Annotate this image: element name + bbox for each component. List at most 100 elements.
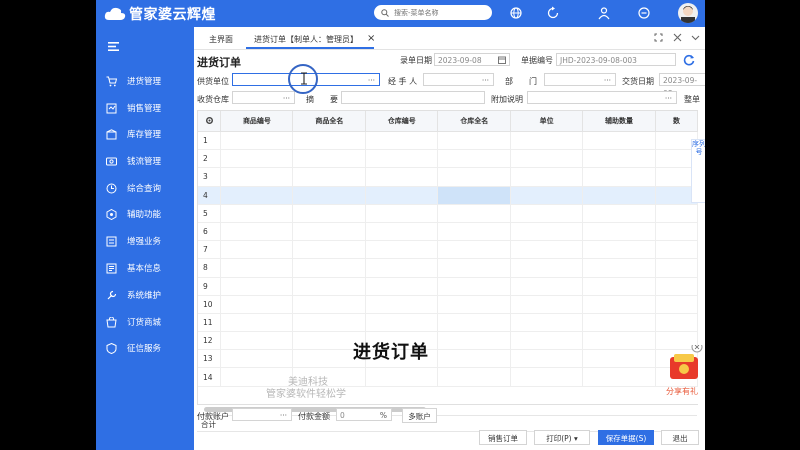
table-cell[interactable] (582, 131, 657, 151)
table-cell[interactable] (220, 277, 294, 296)
table-row[interactable]: 13 (198, 349, 698, 369)
table-cell[interactable] (510, 331, 584, 351)
table-cell[interactable] (220, 186, 294, 205)
table-cell[interactable] (365, 167, 439, 187)
sidebar-item-maintenance[interactable]: 系统维护 (106, 288, 161, 302)
table-cell[interactable] (292, 277, 367, 296)
table-cell[interactable] (220, 331, 294, 351)
table-cell[interactable] (655, 313, 698, 333)
table-cell[interactable] (582, 204, 657, 223)
dept-field[interactable]: ··· (544, 73, 616, 86)
table-cell[interactable] (292, 295, 367, 314)
table-row[interactable]: 10 (198, 295, 698, 314)
table-cell[interactable] (582, 313, 657, 333)
refresh-icon[interactable] (546, 6, 560, 20)
table-cell[interactable] (220, 258, 294, 278)
print-button[interactable]: 打印(P) ▾ (534, 430, 590, 445)
table-cell[interactable] (365, 186, 439, 205)
table-cell[interactable] (582, 149, 657, 169)
save-button[interactable]: 保存单据(S) (598, 430, 654, 445)
table-row[interactable]: 5 (198, 204, 698, 223)
table-cell[interactable] (437, 222, 512, 242)
table-cell[interactable] (292, 204, 367, 223)
user-icon[interactable] (597, 6, 611, 20)
table-row[interactable]: 3 (198, 167, 698, 187)
multi-account-button[interactable]: 多账户 (402, 408, 437, 423)
table-cell[interactable] (582, 295, 657, 314)
table-cell[interactable] (220, 313, 294, 333)
table-cell[interactable] (365, 222, 439, 242)
table-cell[interactable] (510, 131, 584, 151)
table-cell[interactable] (220, 349, 294, 369)
column-header[interactable]: 单位 (510, 111, 584, 132)
column-header[interactable]: 商品全名 (292, 111, 367, 132)
table-cell[interactable] (365, 131, 439, 151)
sidebar-item-query[interactable]: 综合查询 (106, 181, 161, 195)
table-cell[interactable] (292, 167, 367, 187)
sidebar-item-inventory[interactable]: 库存管理 (106, 127, 161, 141)
table-cell[interactable] (437, 204, 512, 223)
table-cell[interactable] (292, 240, 367, 260)
table-cell[interactable] (582, 331, 657, 351)
table-cell[interactable] (292, 149, 367, 169)
table-cell[interactable] (437, 240, 512, 260)
refresh-doc-icon[interactable] (683, 54, 695, 66)
table-cell[interactable] (437, 349, 512, 369)
table-cell[interactable] (655, 222, 698, 242)
menu-toggle-icon[interactable] (108, 42, 119, 51)
table-cell[interactable] (510, 167, 584, 187)
table-cell[interactable] (220, 367, 294, 387)
table-cell[interactable] (655, 204, 698, 223)
summary-field[interactable] (341, 91, 485, 104)
table-cell[interactable] (437, 258, 512, 278)
table-cell[interactable] (582, 167, 657, 187)
table-cell[interactable] (510, 149, 584, 169)
table-cell[interactable] (510, 349, 584, 369)
table-row[interactable]: 11 (198, 313, 698, 333)
exit-button[interactable]: 退出 (661, 430, 699, 445)
table-cell[interactable] (365, 367, 439, 387)
table-cell[interactable] (437, 149, 512, 169)
tab-purchase-order[interactable]: 进货订单【制单人：管理员】 (254, 34, 358, 45)
grid-settings-icon[interactable] (198, 111, 222, 132)
table-cell[interactable] (220, 240, 294, 260)
table-cell[interactable] (365, 204, 439, 223)
table-cell[interactable] (655, 295, 698, 314)
sidebar-item-enhance[interactable]: 增强业务 (106, 234, 161, 248)
table-cell[interactable] (437, 331, 512, 351)
table-cell[interactable] (365, 313, 439, 333)
table-cell[interactable] (437, 367, 512, 387)
table-cell[interactable] (292, 222, 367, 242)
tab-home[interactable]: 主界面 (209, 34, 233, 45)
table-cell[interactable] (437, 186, 512, 205)
table-cell[interactable] (437, 295, 512, 314)
table-cell[interactable] (655, 258, 698, 278)
table-cell[interactable] (365, 240, 439, 260)
doc-no-field[interactable]: JHD-2023-09-08-003 (556, 53, 676, 66)
table-cell[interactable] (582, 349, 657, 369)
table-cell[interactable] (437, 313, 512, 333)
warehouse-field[interactable]: ··· (232, 91, 295, 104)
chevron-down-icon[interactable] (691, 33, 700, 42)
table-cell[interactable] (510, 295, 584, 314)
sidebar-item-mall[interactable]: 订货商城 (106, 315, 161, 329)
globe-icon[interactable] (509, 6, 523, 20)
table-cell[interactable] (510, 240, 584, 260)
sidebar-item-assist[interactable]: 辅助功能 (106, 207, 161, 221)
sidebar-item-money[interactable]: 钱流管理 (106, 154, 161, 168)
table-row[interactable]: 9 (198, 277, 698, 296)
table-cell[interactable] (365, 295, 439, 314)
table-cell[interactable] (582, 240, 657, 260)
table-cell[interactable] (220, 167, 294, 187)
table-cell[interactable] (220, 149, 294, 169)
table-cell[interactable] (655, 277, 698, 296)
column-header[interactable]: 仓库全名 (437, 111, 512, 132)
table-cell[interactable] (437, 277, 512, 296)
table-cell[interactable] (655, 240, 698, 260)
table-cell[interactable] (437, 131, 512, 151)
column-header[interactable]: 辅助数量 (582, 111, 657, 132)
search-input[interactable] (392, 7, 491, 18)
avatar[interactable] (678, 3, 698, 23)
table-cell[interactable] (292, 186, 367, 205)
table-cell[interactable] (437, 167, 512, 187)
